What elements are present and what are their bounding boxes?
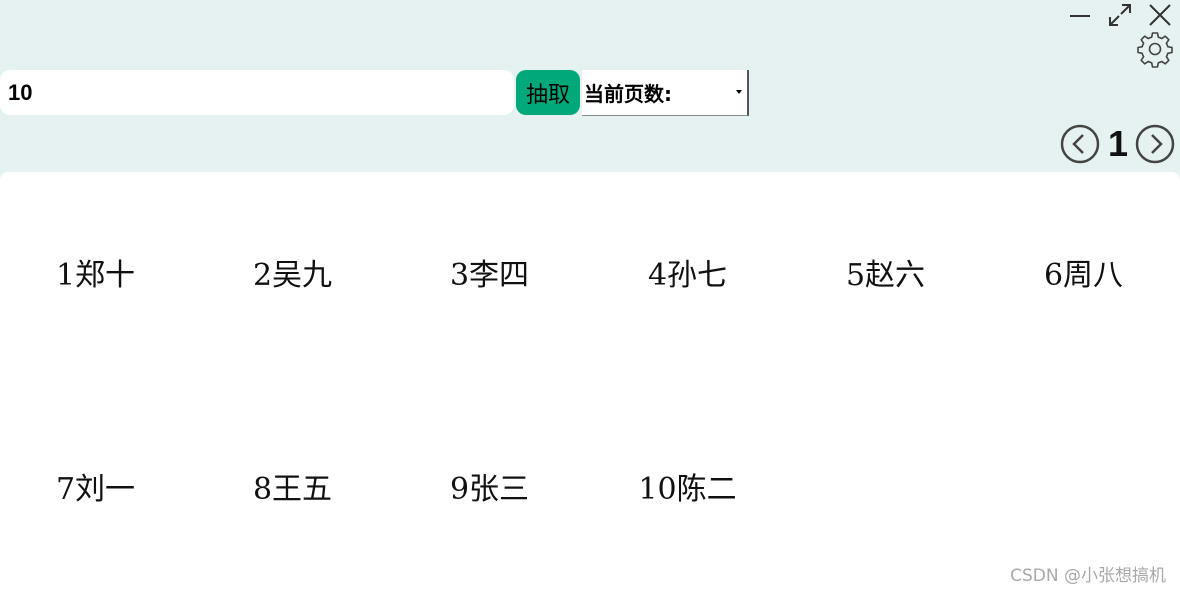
maximize-icon [1109, 4, 1131, 26]
chevron-left-icon [1072, 134, 1084, 154]
result-item: 1郑十 [55, 258, 136, 293]
result-item: 8王五 [252, 472, 333, 507]
dropdown-arrow-icon [736, 90, 742, 94]
close-button[interactable] [1145, 1, 1175, 29]
watermark: CSDN @小张想搞机 [1010, 566, 1166, 586]
result-item: 5赵六 [845, 258, 926, 293]
draw-button[interactable]: 抽取 [516, 70, 580, 115]
result-item: 6周八 [1043, 258, 1124, 293]
result-item: 9张三 [449, 472, 530, 507]
result-item: 10陈二 [638, 472, 737, 507]
minimize-button[interactable] [1065, 2, 1095, 30]
maximize-button[interactable] [1105, 1, 1135, 29]
close-icon [1149, 4, 1171, 26]
current-page-number: 1 [1107, 123, 1129, 164]
settings-button[interactable] [1136, 30, 1174, 68]
count-input[interactable] [0, 70, 514, 115]
chevron-right-icon [1151, 134, 1163, 154]
page-select-label: 当前页数: [584, 82, 672, 106]
result-item: 4孙七 [647, 258, 728, 293]
result-item: 7刘一 [55, 472, 136, 507]
minimize-icon [1070, 15, 1090, 17]
next-page-button[interactable] [1135, 124, 1175, 164]
gear-icon [1137, 32, 1173, 68]
prev-page-button[interactable] [1060, 124, 1100, 164]
page-select[interactable]: 当前页数: [582, 70, 749, 116]
result-item: 2吴九 [252, 258, 333, 293]
result-item: 3李四 [449, 258, 530, 293]
results-panel: 1郑十 2吴九 3李四 4孙七 5赵六 6周八 7刘一 8王五 9张三 10陈二… [0, 172, 1180, 592]
